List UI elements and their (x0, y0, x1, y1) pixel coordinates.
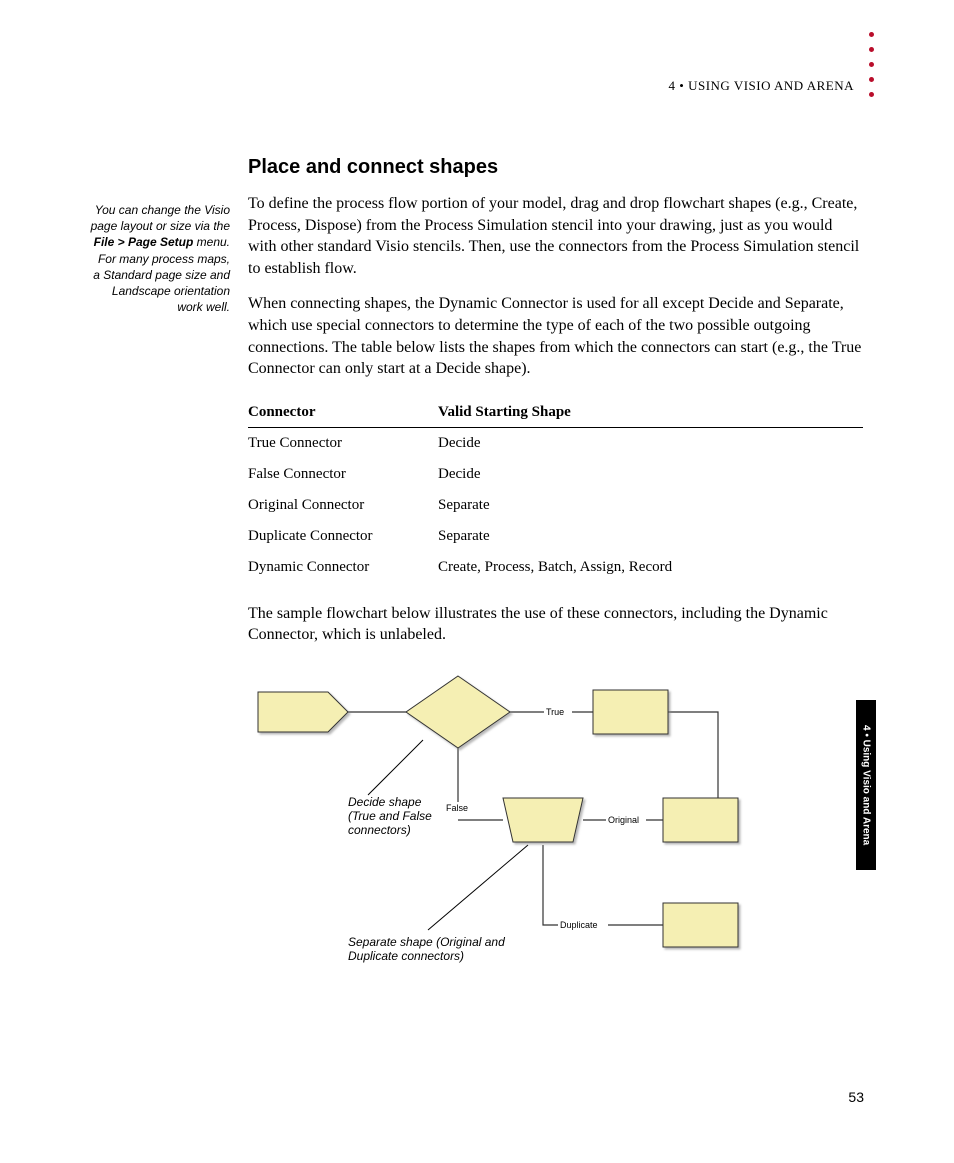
false-label: False (446, 803, 468, 813)
table-row: False ConnectorDecide (248, 459, 863, 490)
original-label: Original (608, 815, 639, 825)
table-row: Original ConnectorSeparate (248, 490, 863, 521)
page-number: 53 (848, 1089, 864, 1105)
callout-separate: Separate shape (Original and Duplicate c… (348, 935, 508, 963)
section-title: Place and connect shapes (248, 156, 863, 179)
running-head: 4 • USING VISIO AND ARENA (669, 78, 854, 94)
flowchart-diagram: True False Original Duplicate Decide sha… (248, 670, 863, 1020)
connector-table: Connector Valid Starting Shape True Conn… (248, 398, 863, 583)
body-paragraph: The sample flowchart below illustrates t… (248, 603, 863, 646)
duplicate-label: Duplicate (560, 920, 598, 930)
table-header: Valid Starting Shape (438, 398, 863, 428)
table-header: Connector (248, 398, 438, 428)
header-dots (869, 32, 874, 97)
true-label: True (546, 707, 564, 717)
table-row: Duplicate ConnectorSeparate (248, 521, 863, 552)
margin-note: You can change the Visio page layout or … (90, 202, 230, 315)
table-row: Dynamic ConnectorCreate, Process, Batch,… (248, 552, 863, 583)
chapter-tab: 4 • Using Visio and Arena (856, 700, 876, 870)
table-row: True ConnectorDecide (248, 427, 863, 459)
body-paragraph: When connecting shapes, the Dynamic Conn… (248, 293, 863, 379)
callout-decide: Decide shape (True and False connectors) (348, 795, 448, 837)
body-paragraph: To define the process flow portion of yo… (248, 193, 863, 279)
